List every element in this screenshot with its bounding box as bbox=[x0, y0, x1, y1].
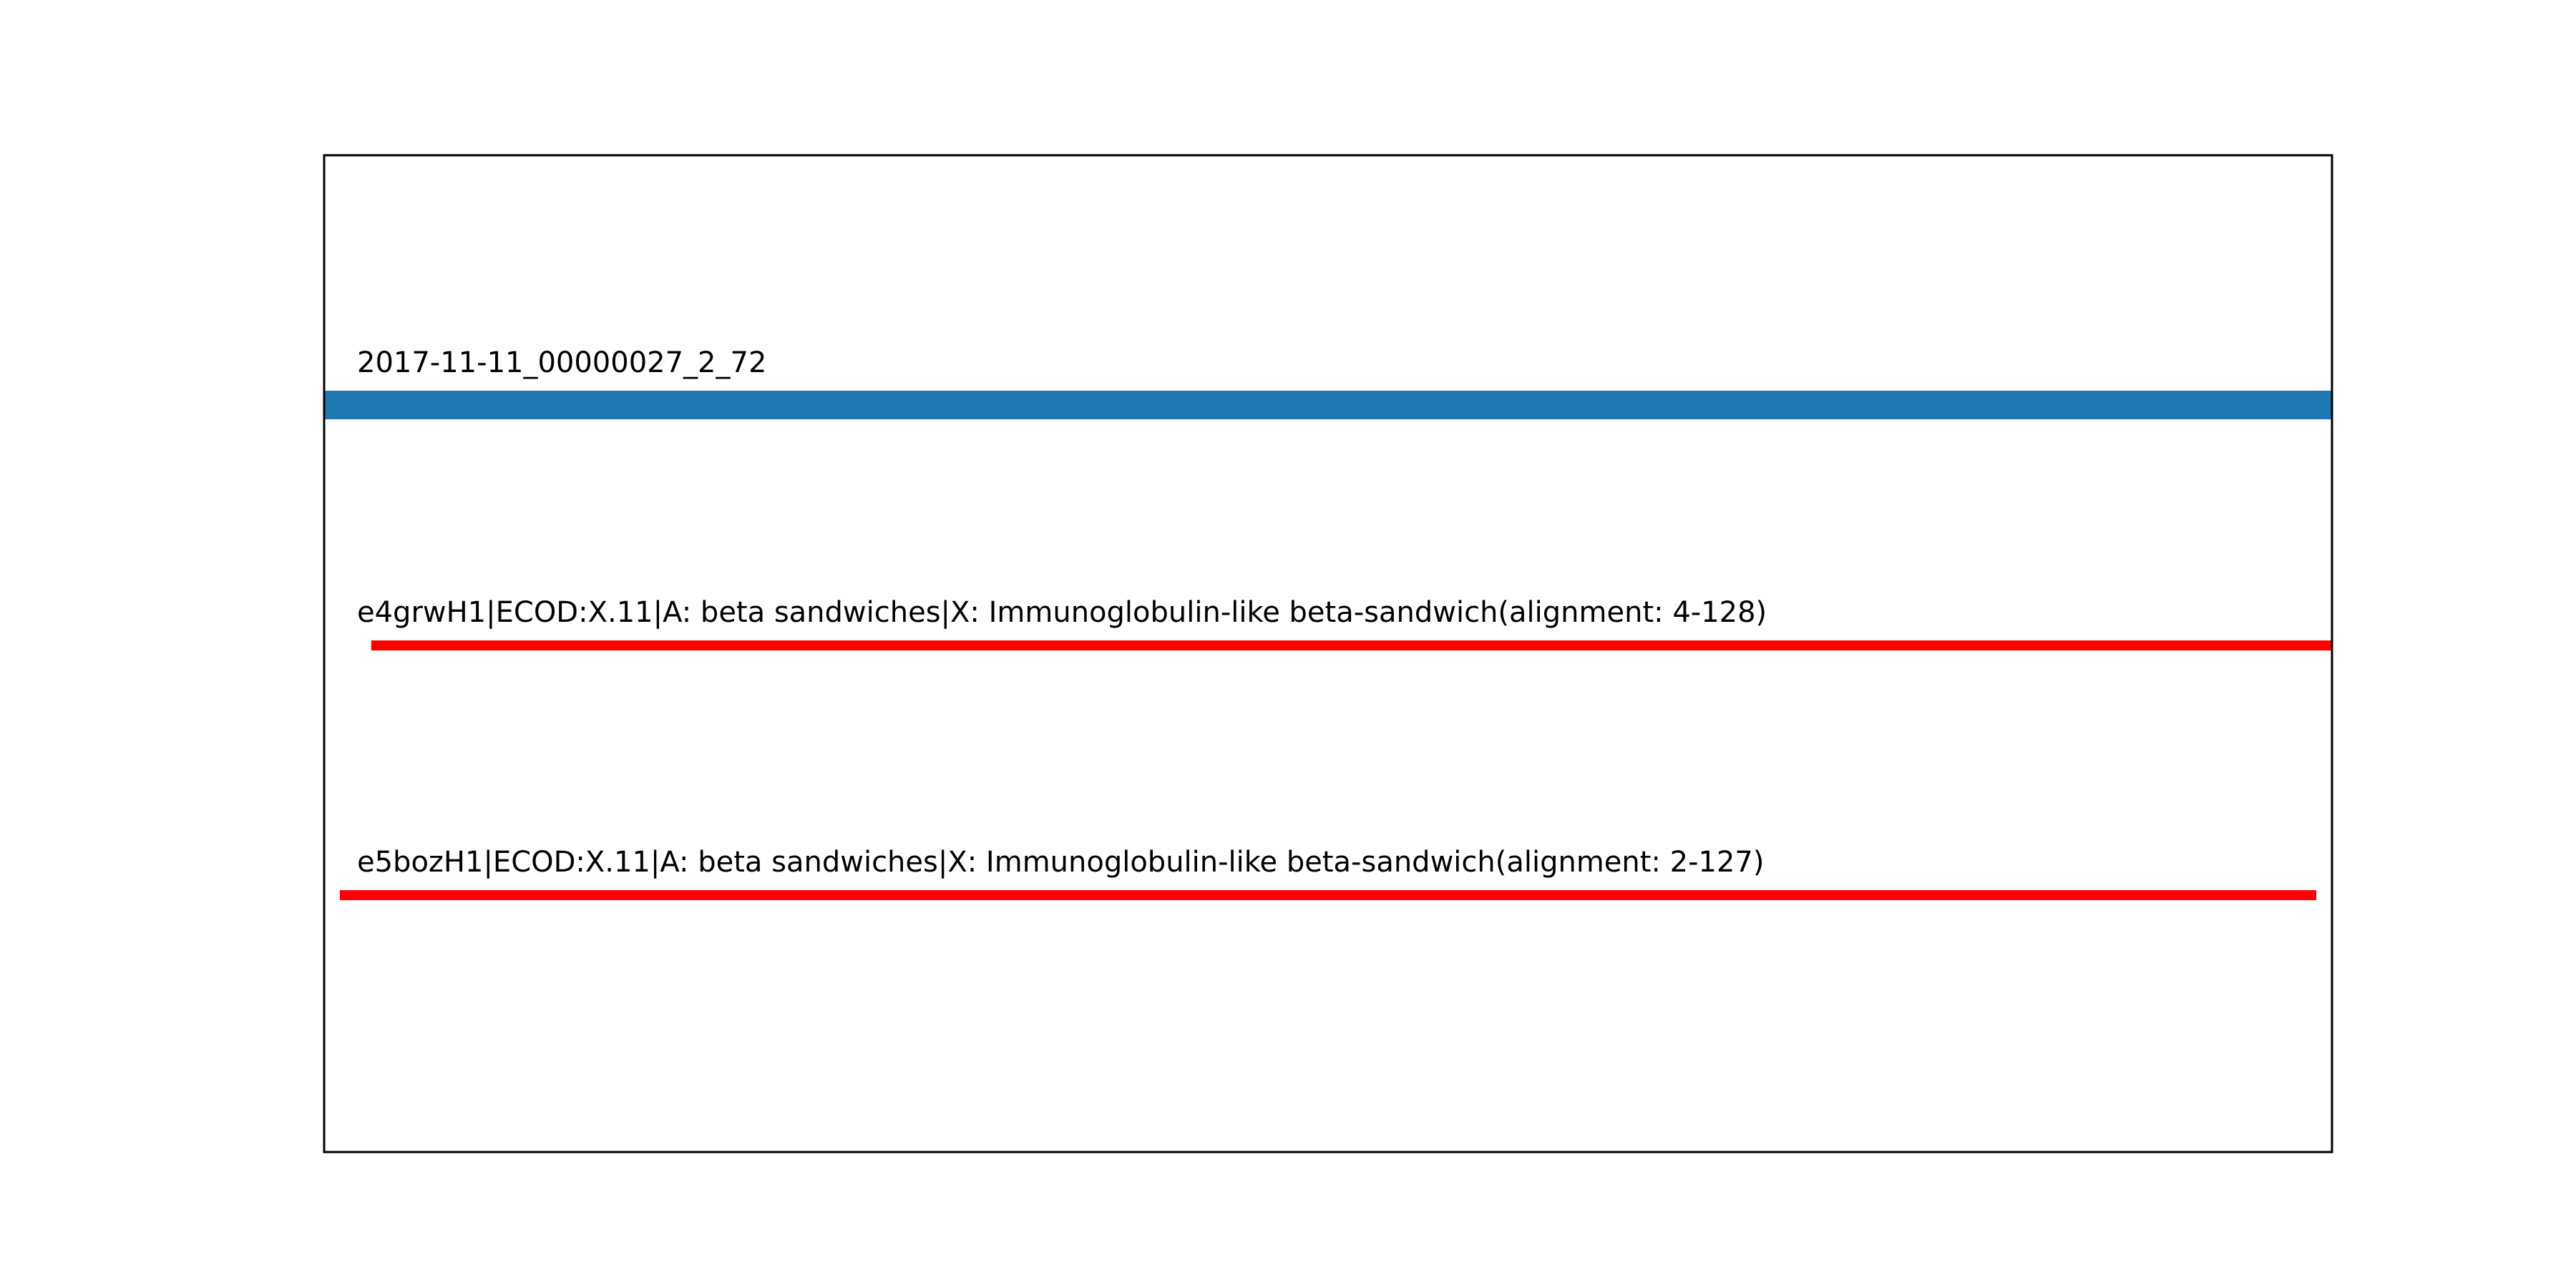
track-label-0: 2017-11-11_00000027_2_72 bbox=[357, 346, 766, 379]
domain-alignment-chart: 2017-11-11_00000027_2_72 e4grwH1|ECOD:X.1… bbox=[323, 154, 2333, 1153]
track-bar-0 bbox=[324, 391, 2332, 419]
track-label-1: e4grwH1|ECOD:X.11|A: beta sandwiches|X: … bbox=[357, 596, 1767, 629]
track-bar-2 bbox=[339, 890, 2317, 900]
plot-background bbox=[324, 155, 2332, 1152]
track-bar-1 bbox=[371, 640, 2332, 650]
track-label-2: e5bozH1|ECOD:X.11|A: beta sandwiches|X: … bbox=[357, 846, 1764, 879]
